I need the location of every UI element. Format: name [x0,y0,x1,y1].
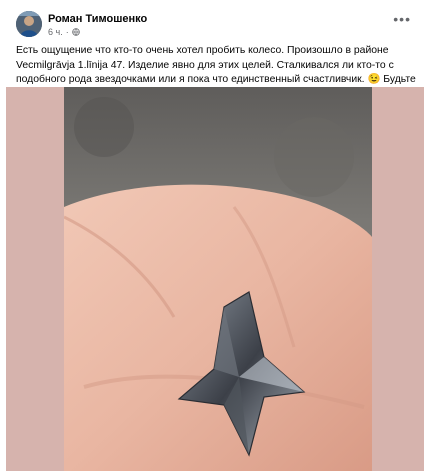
more-options-icon[interactable]: ••• [393,12,411,26]
post-media[interactable] [6,87,424,471]
author-name[interactable]: Роман Тимошенко [48,13,147,25]
post-photo[interactable] [64,87,372,471]
feed-post: Роман Тимошенко 6 ч. · ••• Есть ощущение… [0,0,429,471]
author-avatar[interactable] [16,11,42,37]
globe-icon [71,28,80,36]
post-timestamp[interactable]: 6 ч. [48,27,63,37]
post-meta: 6 ч. · [48,27,80,37]
meta-separator: · [65,27,69,37]
